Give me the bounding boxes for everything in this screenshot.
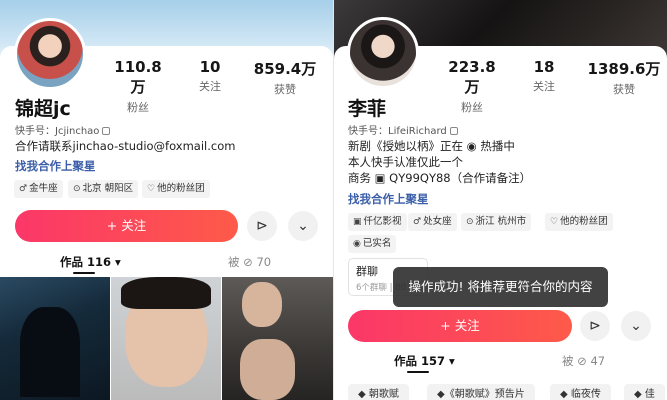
tab-works-underline	[73, 272, 95, 274]
tag-fan-club[interactable]: ♡ 他的粉丝团	[142, 180, 210, 198]
gender-icon: ♂	[19, 184, 28, 194]
fans-count: 110.8万	[114, 58, 162, 96]
fans-label: 粉丝	[461, 101, 483, 114]
following-count: 10	[199, 58, 221, 76]
share-icon[interactable]: ⊳	[247, 211, 277, 241]
left-profile-panel: 110.8万 粉丝 10 关注 859.4万 获赞 锦超jc 快手号：Jcjin…	[0, 0, 333, 400]
user-id-text: 快手号：Jcjinchao	[15, 126, 100, 137]
location-icon: ⊙	[466, 217, 474, 227]
gender-icon: ♂	[413, 217, 422, 227]
tag-location-label: 浙江 杭州市	[475, 216, 527, 227]
following-stat[interactable]: 10 关注	[185, 58, 235, 94]
tag-company-label: 仟亿影视	[363, 216, 402, 227]
follow-button[interactable]: + 关注	[15, 210, 238, 242]
business-link[interactable]: 找我合作上聚星	[348, 191, 429, 207]
verified-icon: ◉	[353, 239, 361, 249]
video-thumbnail[interactable]	[111, 277, 221, 400]
user-id[interactable]: 快手号：Jcjinchao	[15, 122, 111, 137]
tab-works[interactable]: 作品 157 ▾	[394, 353, 455, 369]
right-profile-panel: 223.8万 粉丝 18 关注 1389.6万 获赞 李菲 快手号：LifeiR…	[334, 0, 667, 400]
collection-chip[interactable]: ◆ 佳	[624, 384, 665, 400]
business-link[interactable]: 找我合作上聚星	[15, 158, 96, 174]
face-shape	[242, 282, 282, 327]
chevron-down-icon[interactable]: ⌄	[621, 311, 651, 341]
tab-liked[interactable]: 被 ⊘ 70	[228, 254, 271, 270]
heart-icon: ♡	[147, 184, 156, 194]
collection-chip[interactable]: ◆《朝歌赋》预告片	[427, 384, 535, 400]
chevron-down-icon[interactable]: ⌄	[288, 211, 318, 241]
copy-icon[interactable]	[102, 127, 111, 135]
likes-stat[interactable]: 1389.6万 获赞	[584, 58, 664, 97]
tab-works[interactable]: 作品 116 ▾	[60, 254, 121, 270]
tab-works-underline	[407, 371, 429, 373]
video-thumbnail[interactable]	[222, 277, 333, 400]
avatar[interactable]	[347, 17, 419, 89]
tag-zodiac-label: 处女座	[423, 216, 452, 227]
following-label: 关注	[533, 80, 555, 93]
tab-liked[interactable]: 被 ⊘ 47	[562, 353, 605, 369]
collection-chip[interactable]: ◆ 朝歌赋	[348, 384, 409, 400]
profile-name: 锦超jc	[15, 98, 71, 120]
user-id[interactable]: 快手号：LifeiRichard	[348, 122, 458, 137]
heart-icon: ♡	[550, 217, 559, 227]
tag-location-label: 北京 朝阳区	[82, 183, 134, 194]
silhouette-shape	[20, 307, 80, 397]
tag-fan-club[interactable]: ♡ 他的粉丝团	[545, 213, 613, 231]
likes-count: 1389.6万	[587, 60, 661, 78]
tag-zodiac-label: 金牛座	[29, 183, 58, 194]
following-stat[interactable]: 18 关注	[519, 58, 569, 94]
tag-zodiac: ♂ 处女座	[408, 213, 457, 231]
following-label: 关注	[199, 80, 221, 93]
likes-count: 859.4万	[253, 60, 317, 78]
fans-label: 粉丝	[127, 101, 149, 114]
likes-label: 获赞	[613, 83, 635, 96]
profile-name: 李菲	[348, 98, 387, 120]
follow-button[interactable]: + 关注	[348, 310, 572, 342]
tag-location: ⊙ 浙江 杭州市	[461, 213, 532, 231]
likes-label: 获赞	[274, 83, 296, 96]
user-id-text: 快手号：LifeiRichard	[348, 126, 447, 137]
bio-line: 合作请联系jinchao-studio@foxmail.com	[15, 139, 236, 153]
face-shape	[240, 339, 295, 400]
tag-fan-club-label: 他的粉丝团	[157, 183, 205, 194]
likes-stat[interactable]: 859.4万 获赞	[250, 58, 320, 97]
tag-verified-label: 已实名	[362, 238, 392, 249]
location-icon: ⊙	[73, 184, 81, 194]
avatar[interactable]	[14, 18, 86, 90]
company-icon: ▣	[353, 217, 362, 227]
tag-verified: ◉ 已实名	[348, 235, 397, 253]
collection-chip[interactable]: ◆ 临夜传	[550, 384, 611, 400]
fans-count: 223.8万	[448, 58, 496, 96]
bio-line: 商务 ▣ QY99QY88（合作请备注）	[348, 171, 532, 185]
tag-fan-club-label: 他的粉丝团	[560, 216, 608, 227]
fans-stat[interactable]: 110.8万 粉丝	[108, 58, 168, 115]
screen: 110.8万 粉丝 10 关注 859.4万 获赞 锦超jc 快手号：Jcjin…	[0, 0, 667, 400]
hair-shape	[121, 277, 211, 309]
tag-location: ⊙ 北京 朝阳区	[68, 180, 139, 198]
video-thumbnail[interactable]	[0, 277, 110, 400]
tag-zodiac: ♂ 金牛座	[14, 180, 63, 198]
copy-icon[interactable]	[449, 127, 458, 135]
toast-message: 操作成功! 将推荐更符合你的内容	[393, 267, 608, 307]
share-icon[interactable]: ⊳	[580, 311, 610, 341]
following-count: 18	[533, 58, 555, 76]
fans-stat[interactable]: 223.8万 粉丝	[442, 58, 502, 115]
tag-company[interactable]: ▣ 仟亿影视	[348, 213, 407, 231]
